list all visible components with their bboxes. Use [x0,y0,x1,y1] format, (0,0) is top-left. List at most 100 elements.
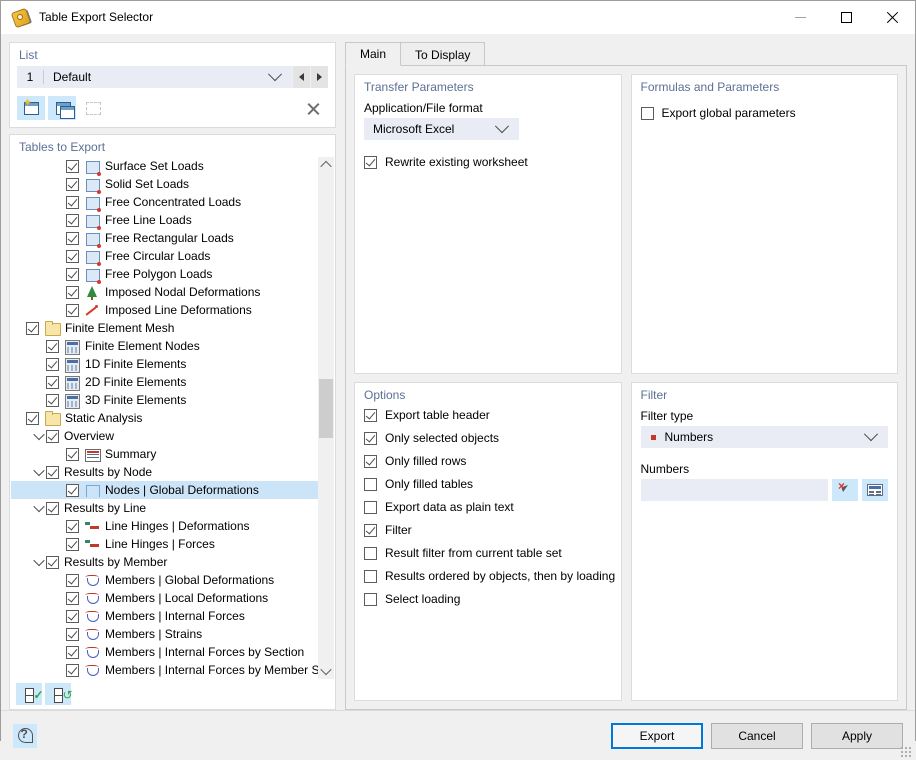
tree-item[interactable]: Results by Node [11,463,318,481]
tree-item-checkbox[interactable] [66,214,79,227]
checkbox-box[interactable] [364,409,377,422]
tree-item[interactable]: Free Rectangular Loads [11,229,318,247]
tree-item[interactable]: Line Hinges | Deformations [11,517,318,535]
tree-item[interactable]: Members | Strains [11,625,318,643]
help-icon[interactable] [13,724,37,748]
option-checkbox[interactable]: Results ordered by objects, then by load… [364,566,621,586]
apply-button[interactable]: Apply [811,723,903,749]
tree-item[interactable]: Line Hinges | Forces [11,535,318,553]
tree-item[interactable]: Free Polygon Loads [11,265,318,283]
table-dialog-icon[interactable] [862,479,888,501]
option-checkbox[interactable]: Select loading [364,589,621,609]
tree-item-checkbox[interactable] [46,466,59,479]
tree-item-checkbox[interactable] [46,502,59,515]
export-button[interactable]: Export [611,723,703,749]
tree-item-checkbox[interactable] [66,574,79,587]
checkbox-box[interactable] [364,501,377,514]
tree-item[interactable]: Nodes | Global Deformations [11,481,318,499]
tab-main[interactable]: Main [345,42,401,66]
checkbox-box[interactable] [364,156,377,169]
tree-item[interactable]: 3D Finite Elements [11,391,318,409]
application-format-select[interactable]: Microsoft Excel [364,118,519,140]
tree-item-checkbox[interactable] [66,520,79,533]
tab-to-display[interactable]: To Display [400,42,485,66]
tree-item-checkbox[interactable] [66,232,79,245]
list-next-button[interactable] [310,66,328,88]
tree-item[interactable]: Free Circular Loads [11,247,318,265]
tree-item[interactable]: Free Line Loads [11,211,318,229]
invert-selection-icon[interactable]: ↺ [45,683,71,705]
chevron-down-icon[interactable] [31,558,46,566]
tree-item[interactable]: Members | Internal Forces by Member Set [11,661,318,679]
tree-item[interactable]: Surface Set Loads [11,157,318,175]
tree-item[interactable]: 1D Finite Elements [11,355,318,373]
checkbox-box[interactable] [364,593,377,606]
delete-list-icon[interactable] [298,96,328,120]
tree-item[interactable]: Overview [11,427,318,445]
tree-item-checkbox[interactable] [46,394,59,407]
new-list-icon[interactable]: ✦ [17,96,45,120]
tree-item-checkbox[interactable] [66,178,79,191]
scroll-up-icon[interactable] [318,157,334,173]
tree-item-checkbox[interactable] [66,664,79,677]
tree-item[interactable]: Results by Member [11,553,318,571]
tree-item[interactable]: Static Analysis [11,409,318,427]
tree-item-checkbox[interactable] [66,286,79,299]
tree-item-checkbox[interactable] [26,322,39,335]
option-checkbox[interactable]: Only selected objects [364,428,621,448]
option-checkbox[interactable]: Only filled rows [364,451,621,471]
copy-list-icon[interactable] [48,96,76,120]
tree-item-checkbox[interactable] [66,610,79,623]
chevron-down-icon[interactable] [268,67,282,81]
tree-item-checkbox[interactable] [66,250,79,263]
tree-item-checkbox[interactable] [66,646,79,659]
minimize-icon[interactable] [777,1,823,33]
close-icon[interactable] [869,1,915,33]
option-checkbox[interactable]: Result filter from current table set [364,543,621,563]
checkbox-box[interactable] [364,455,377,468]
pick-cursor-icon[interactable] [832,479,858,501]
tree-item-checkbox[interactable] [66,538,79,551]
rewrite-existing-worksheet-checkbox[interactable]: Rewrite existing worksheet [364,152,621,172]
chevron-down-icon[interactable] [864,427,878,441]
tree-item-checkbox[interactable] [46,376,59,389]
tree-item-checkbox[interactable] [66,268,79,281]
tree-item[interactable]: Free Concentrated Loads [11,193,318,211]
tree-item[interactable]: Finite Element Nodes [11,337,318,355]
export-global-parameters-checkbox[interactable]: Export global parameters [641,103,898,123]
checkbox-box[interactable] [364,478,377,491]
checkbox-box[interactable] [364,524,377,537]
scrollbar-thumb[interactable] [319,379,333,438]
checkbox-box[interactable] [364,570,377,583]
tree-item[interactable]: Members | Local Deformations [11,589,318,607]
tree-item[interactable]: Results by Line [11,499,318,517]
tree-item-checkbox[interactable] [26,412,39,425]
tree-item[interactable]: 2D Finite Elements [11,373,318,391]
tree-item[interactable]: Members | Internal Forces by Section [11,643,318,661]
scrollbar-track[interactable] [318,173,334,663]
select-all-icon[interactable]: ✓ [16,683,42,705]
option-checkbox[interactable]: Filter [364,520,621,540]
checkbox-box[interactable] [364,547,377,560]
checkbox-box[interactable] [364,432,377,445]
tree-item-checkbox[interactable] [46,430,59,443]
tree-item-checkbox[interactable] [66,196,79,209]
tree-item-checkbox[interactable] [66,160,79,173]
tree-item-checkbox[interactable] [46,358,59,371]
tree-item[interactable]: Imposed Line Deformations [11,301,318,319]
option-checkbox[interactable]: Export data as plain text [364,497,621,517]
checkbox-box[interactable] [641,107,654,120]
option-checkbox[interactable]: Export table header [364,405,621,425]
tree-scrollbar[interactable] [318,157,334,679]
tree-item-checkbox[interactable] [66,628,79,641]
tree-item-checkbox[interactable] [46,340,59,353]
chevron-down-icon[interactable] [495,119,509,133]
tree-item[interactable]: Solid Set Loads [11,175,318,193]
tree-item-checkbox[interactable] [66,304,79,317]
tree-item[interactable]: Summary [11,445,318,463]
tree-item[interactable]: Members | Global Deformations [11,571,318,589]
tree-item-checkbox[interactable] [66,592,79,605]
tree-item[interactable]: Finite Element Mesh [11,319,318,337]
tree-item-checkbox[interactable] [66,484,79,497]
numbers-input[interactable] [641,479,829,501]
